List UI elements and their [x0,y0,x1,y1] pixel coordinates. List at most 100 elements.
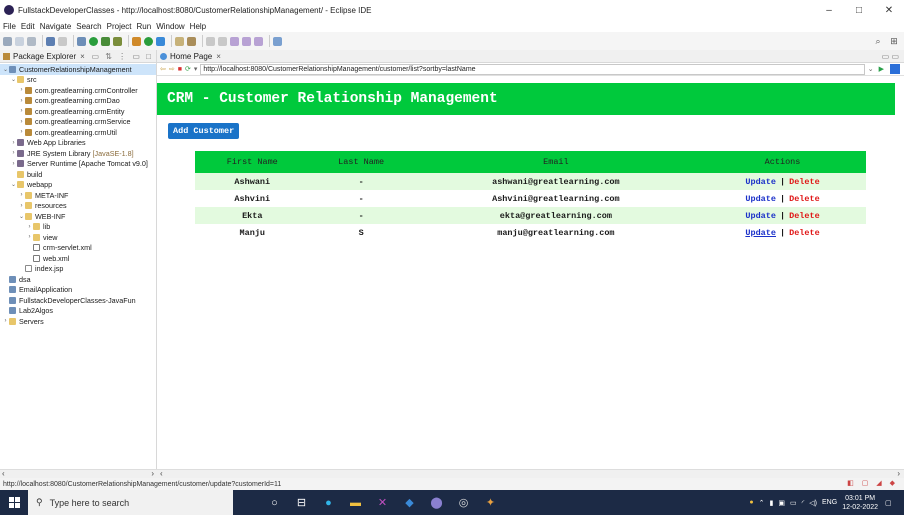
wifi-icon[interactable]: ◜ [802,499,805,507]
refresh-icon[interactable]: ⟳ [185,65,191,73]
expand-chevron-icon[interactable]: ⌄ [10,181,17,188]
tree-item[interactable]: › JRE System Library [JavaSE-1.8] [0,148,156,159]
tree-item[interactable]: dsa [0,274,156,285]
tree-item[interactable]: › com.greatlearning.crmUtil [0,127,156,138]
github-icon[interactable]: ◎ [450,490,477,515]
collapse-chevron-icon[interactable]: › [18,108,25,114]
debug-icon[interactable] [77,36,86,46]
update-link[interactable]: Update [745,211,776,221]
url-input[interactable]: http://localhost:8080/CustomerRelationsh… [200,63,865,75]
tree-item[interactable]: ⌄ webapp [0,180,156,191]
add-customer-button[interactable]: Add Customer [168,123,240,139]
tree-item[interactable]: › META-INF [0,190,156,201]
new-icon[interactable] [3,36,12,46]
search-icon[interactable]: ⌕ [872,35,884,47]
collapse-chevron-icon[interactable]: › [10,161,17,167]
view-menu-icon[interactable]: ▭ ⇅ ⋮ ▭ □ [91,52,153,61]
eclipse-taskbar-icon[interactable]: ⬤ [423,490,450,515]
tree-item[interactable]: › com.greatlearning.crmController [0,85,156,96]
external-tools-icon[interactable] [113,36,122,46]
search-tool-icon[interactable] [187,36,196,46]
scroll-left-icon[interactable]: ‹ [160,469,163,478]
annotation-icon[interactable] [206,36,215,46]
perspective-icon[interactable]: ⊞ [888,35,900,47]
scroll-right-icon[interactable]: › [151,469,154,478]
menu-search[interactable]: Search [76,22,101,31]
back-arrow-icon[interactable]: ⇦ [160,65,166,73]
menu-navigate[interactable]: Navigate [40,22,72,31]
postman-icon[interactable]: ✦ [477,490,504,515]
tree-item[interactable]: › com.greatlearning.crmService [0,117,156,128]
tree-item[interactable]: Lab2Algos [0,306,156,317]
volume-icon[interactable]: ◁) [809,499,817,507]
help-icon[interactable]: ● [749,499,753,506]
explorer-horizontal-scrollbar[interactable]: ‹ › [0,469,157,478]
new-java-project-icon[interactable] [132,36,141,46]
coverage-icon[interactable] [101,36,110,46]
tree-item[interactable]: ⌄ src [0,75,156,86]
collapse-chevron-icon[interactable]: › [10,150,17,156]
forward-icon[interactable] [254,36,263,46]
menu-run[interactable]: Run [137,22,152,31]
terminal-icon[interactable] [46,36,55,46]
package-explorer-tab[interactable]: Package Explorer × ▭ ⇅ ⋮ ▭ □ [0,50,156,63]
scroll-left-icon[interactable]: ‹ [2,469,5,478]
update-link[interactable]: Update [745,228,776,238]
collapse-chevron-icon[interactable]: › [10,140,17,146]
prev-annotation-icon[interactable] [218,36,227,46]
show-hidden-icons-icon[interactable]: ⌃ [759,499,765,507]
save-all-icon[interactable] [27,36,36,46]
close-button[interactable]: ✕ [874,0,904,20]
close-icon[interactable]: × [80,52,85,61]
tree-item[interactable]: › Server Runtime [Apache Tomcat v9.0] [0,159,156,170]
save-icon[interactable] [15,36,24,46]
collapse-chevron-icon[interactable]: › [18,87,25,93]
menu-file[interactable]: File [3,22,16,31]
tree-item[interactable]: › Web App Libraries [0,138,156,149]
notification-icon[interactable]: ▢ [885,499,900,507]
tree-item[interactable]: crm-servlet.xml [0,243,156,254]
start-button[interactable] [0,490,28,515]
delete-link[interactable]: Delete [789,211,820,221]
collapse-chevron-icon[interactable]: › [2,318,9,324]
battery-icon[interactable]: ▭ [790,499,797,507]
tree-item[interactable]: ⌄ WEB-INF [0,211,156,222]
vscode-icon[interactable]: ◆ [396,490,423,515]
file-explorer-icon[interactable]: ▬ [342,490,369,515]
minimize-editor-icon[interactable]: ▭ ▭ [882,52,899,61]
menu-project[interactable]: Project [107,22,132,31]
maximize-button[interactable]: □ [844,0,874,20]
menu-edit[interactable]: Edit [21,22,35,31]
tree-item[interactable]: ⌄ CustomerRelationshipManagement [0,64,156,75]
url-dropdown-icon[interactable]: ⌄ [868,65,874,73]
tree-item[interactable]: › com.greatlearning.crmDao [0,96,156,107]
history-dropdown-icon[interactable]: ▾ [194,65,198,73]
external-browser-icon[interactable] [890,64,900,74]
collapse-chevron-icon[interactable]: › [18,203,25,209]
back-icon[interactable] [242,36,251,46]
task-view-icon[interactable]: ⊟ [288,490,315,515]
open-type-icon[interactable] [175,36,184,46]
go-icon[interactable]: ▶ [879,65,884,73]
skip-breakpoints-icon[interactable] [58,36,67,46]
tree-item[interactable]: build [0,169,156,180]
cortana-icon[interactable]: ○ [261,490,288,515]
tree-item[interactable]: › lib [0,222,156,233]
delete-link[interactable]: Delete [789,228,820,238]
update-link[interactable]: Update [745,194,776,204]
editor-horizontal-scrollbar[interactable]: ‹ › [157,469,904,478]
minimize-button[interactable]: – [814,0,844,20]
taskbar-search-box[interactable]: ⚲ Type here to search [28,490,233,515]
visual-studio-icon[interactable]: ✕ [369,490,396,515]
collapse-chevron-icon[interactable]: › [26,234,33,240]
forward-arrow-icon[interactable]: ⇨ [169,65,175,73]
open-perspective-icon[interactable] [273,36,282,46]
collapse-chevron-icon[interactable]: › [18,192,25,198]
tree-item[interactable]: › view [0,232,156,243]
tree-item[interactable]: › resources [0,201,156,212]
edge-icon[interactable]: ● [315,490,342,515]
tree-item[interactable]: web.xml [0,253,156,264]
scroll-right-icon[interactable]: › [897,469,900,478]
menu-window[interactable]: Window [156,22,184,31]
tree-item[interactable]: EmailApplication [0,285,156,296]
